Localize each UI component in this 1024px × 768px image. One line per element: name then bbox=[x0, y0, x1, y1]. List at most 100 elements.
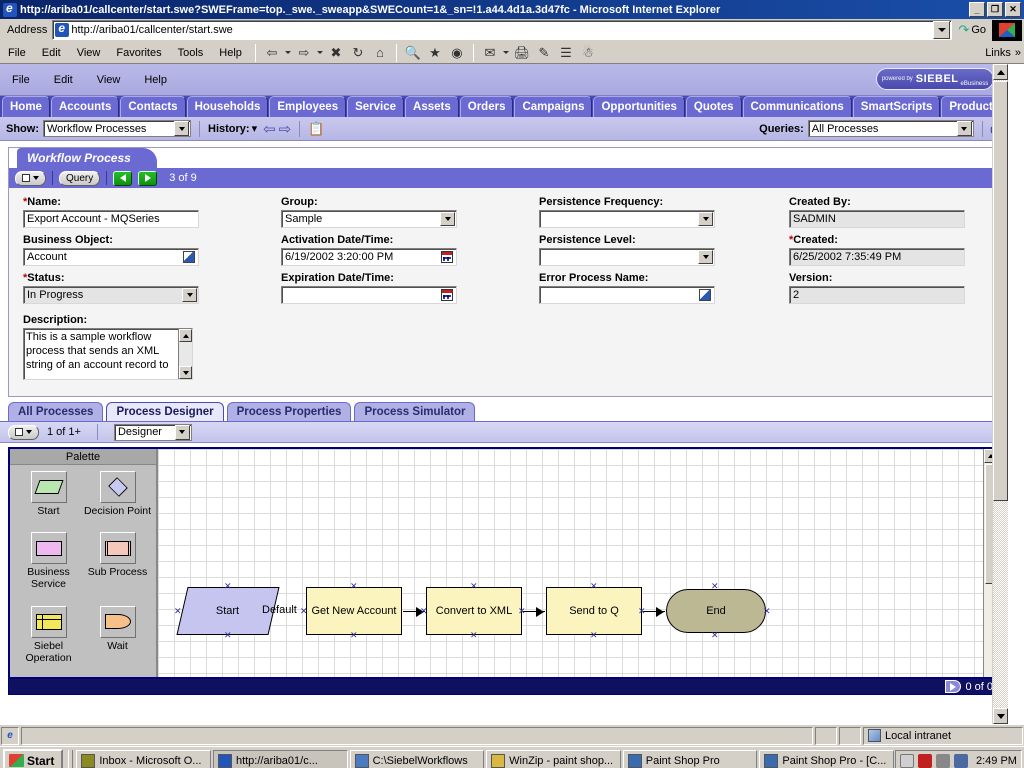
scroll-down-icon[interactable] bbox=[179, 366, 192, 379]
node-handle[interactable]: ✕ bbox=[224, 631, 232, 640]
palette-item-wait[interactable]: Wait bbox=[83, 606, 152, 677]
go-button[interactable]: ↷ Go bbox=[952, 22, 992, 38]
siebel-menu-view[interactable]: View bbox=[85, 74, 133, 86]
workflow-node-get-new-account[interactable]: Get New Account bbox=[306, 587, 402, 635]
show-select[interactable]: Workflow Processes bbox=[43, 120, 191, 137]
chevron-down-icon[interactable] bbox=[698, 212, 713, 226]
ie-menu-edit[interactable]: Edit bbox=[34, 45, 69, 61]
group-select[interactable]: Sample bbox=[281, 210, 457, 228]
address-input[interactable]: http://ariba01/callcenter/start.swe bbox=[52, 20, 952, 40]
workflow-canvas[interactable]: Start ✕ ✕ ✕ Default ✕ Get New Account ✕ … bbox=[158, 449, 998, 677]
screen-tab-home[interactable]: Home bbox=[2, 96, 50, 117]
minimize-button[interactable]: _ bbox=[969, 2, 985, 17]
siebel-menu-help[interactable]: Help bbox=[132, 74, 179, 86]
chevron-down-icon[interactable] bbox=[175, 425, 190, 440]
chevron-down-icon[interactable] bbox=[957, 121, 972, 136]
chevron-down-icon[interactable] bbox=[174, 121, 189, 136]
node-handle[interactable]: ✕ bbox=[350, 582, 358, 591]
node-handle[interactable]: ✕ bbox=[638, 607, 646, 616]
calendar-icon[interactable] bbox=[441, 289, 453, 301]
business-object-input[interactable]: Account bbox=[23, 248, 199, 266]
screen-tab-quotes[interactable]: Quotes bbox=[686, 96, 742, 117]
restore-button[interactable]: ❐ bbox=[987, 2, 1003, 17]
expiration-input[interactable] bbox=[281, 286, 457, 304]
node-handle[interactable]: ✕ bbox=[350, 631, 358, 640]
scroll-up-icon[interactable] bbox=[993, 64, 1008, 80]
tab-process-properties[interactable]: Process Properties bbox=[227, 402, 352, 421]
node-handle[interactable]: ✕ bbox=[174, 607, 182, 616]
screen-tab-service[interactable]: Service bbox=[347, 96, 404, 117]
taskbar-button-outlook[interactable]: Inbox - Microsoft O... bbox=[76, 750, 211, 768]
picklist-icon[interactable] bbox=[699, 289, 711, 301]
ie-menu-help[interactable]: Help bbox=[211, 45, 250, 61]
chevron-down-icon[interactable] bbox=[698, 250, 713, 264]
forward-icon[interactable]: ⇨ bbox=[293, 43, 315, 63]
taskbar-button-paint-shop-pro[interactable]: Paint Shop Pro bbox=[623, 750, 758, 768]
mail-icon[interactable]: ✉ bbox=[479, 43, 501, 63]
error-process-name-input[interactable] bbox=[539, 286, 715, 304]
refresh-icon[interactable]: ↻ bbox=[347, 43, 369, 63]
network-icon[interactable] bbox=[954, 754, 968, 768]
status-select[interactable]: In Progress bbox=[23, 286, 199, 304]
workflow-node-convert-to-xml[interactable]: Convert to XML bbox=[426, 587, 522, 635]
node-handle[interactable]: ✕ bbox=[711, 582, 719, 591]
media-icon[interactable]: ◉ bbox=[446, 43, 468, 63]
history-dropdown-icon[interactable]: ▾ bbox=[252, 122, 258, 135]
tab-process-simulator[interactable]: Process Simulator bbox=[354, 402, 475, 421]
screen-tab-campaigns[interactable]: Campaigns bbox=[514, 96, 592, 117]
screen-tab-accounts[interactable]: Accounts bbox=[51, 96, 119, 117]
node-handle[interactable]: ✕ bbox=[590, 631, 598, 640]
screen-tab-employees[interactable]: Employees bbox=[269, 96, 346, 117]
play-icon[interactable] bbox=[945, 680, 961, 693]
node-handle[interactable]: ✕ bbox=[224, 582, 232, 591]
scroll-up-icon[interactable] bbox=[179, 329, 192, 342]
history-label[interactable]: History: bbox=[208, 123, 250, 135]
taskbar-button-explorer-folder[interactable]: C:\SiebelWorkflows bbox=[350, 750, 485, 768]
screen-tab-households[interactable]: Households bbox=[187, 96, 269, 117]
stop-icon[interactable]: ✖ bbox=[325, 43, 347, 63]
clock[interactable]: 2:49 PM bbox=[976, 755, 1017, 767]
picklist-icon[interactable] bbox=[183, 251, 195, 263]
node-handle[interactable]: ✕ bbox=[590, 582, 598, 591]
ie-menu-tools[interactable]: Tools bbox=[170, 45, 212, 61]
address-dropdown-icon[interactable] bbox=[933, 21, 950, 39]
links-toolbar[interactable]: Links » bbox=[985, 47, 1024, 59]
workflow-node-send-to-q[interactable]: Send to Q bbox=[546, 587, 642, 635]
persistence-frequency-select[interactable] bbox=[539, 210, 715, 228]
description-scrollbar[interactable] bbox=[178, 329, 192, 379]
scroll-down-icon[interactable] bbox=[993, 708, 1008, 724]
messenger-icon[interactable]: ☃ bbox=[577, 43, 599, 63]
palette-item-siebel-operation[interactable]: Siebel Operation bbox=[14, 606, 83, 677]
node-handle[interactable]: ✕ bbox=[518, 607, 526, 616]
palette-item-business-service[interactable]: Business Service bbox=[14, 532, 83, 603]
site-map-icon[interactable]: 📋 bbox=[308, 121, 324, 137]
chevron-down-icon[interactable] bbox=[440, 212, 455, 226]
discuss-icon[interactable]: ☰ bbox=[555, 43, 577, 63]
name-input[interactable]: Export Account - MQSeries bbox=[23, 210, 199, 228]
home-icon[interactable]: ⌂ bbox=[369, 43, 391, 63]
workflow-node-end[interactable]: End bbox=[666, 589, 766, 633]
persistence-level-select[interactable] bbox=[539, 248, 715, 266]
history-back-icon[interactable]: ⇦ bbox=[263, 120, 276, 138]
node-handle[interactable]: ✕ bbox=[763, 607, 771, 616]
back-dropdown-icon[interactable] bbox=[283, 43, 293, 63]
print-icon[interactable]: 🖨 bbox=[511, 43, 533, 63]
links-chevron-icon[interactable]: » bbox=[1015, 47, 1021, 59]
ie-menu-file[interactable]: File bbox=[0, 45, 34, 61]
node-handle[interactable]: ✕ bbox=[470, 631, 478, 640]
chevron-down-icon[interactable] bbox=[182, 288, 197, 302]
start-button[interactable]: Start bbox=[3, 749, 63, 768]
scrollbar-thumb[interactable] bbox=[993, 81, 1008, 501]
volume-icon[interactable] bbox=[936, 754, 950, 768]
siebel-menu-file[interactable]: File bbox=[0, 74, 42, 86]
screen-tab-orders[interactable]: Orders bbox=[460, 96, 514, 117]
taskbar-grip[interactable] bbox=[68, 750, 73, 768]
magnifier-icon[interactable] bbox=[900, 754, 914, 768]
page-scrollbar[interactable] bbox=[992, 64, 1008, 724]
taskbar-button-paint-shop-pro-doc[interactable]: Paint Shop Pro - [C... bbox=[759, 750, 894, 768]
queries-select[interactable]: All Processes bbox=[808, 120, 974, 137]
siebel-menu-edit[interactable]: Edit bbox=[42, 74, 85, 86]
tab-all-processes[interactable]: All Processes bbox=[8, 402, 103, 421]
screen-tab-communications[interactable]: Communications bbox=[743, 96, 852, 117]
favorites-icon[interactable]: ★ bbox=[424, 43, 446, 63]
